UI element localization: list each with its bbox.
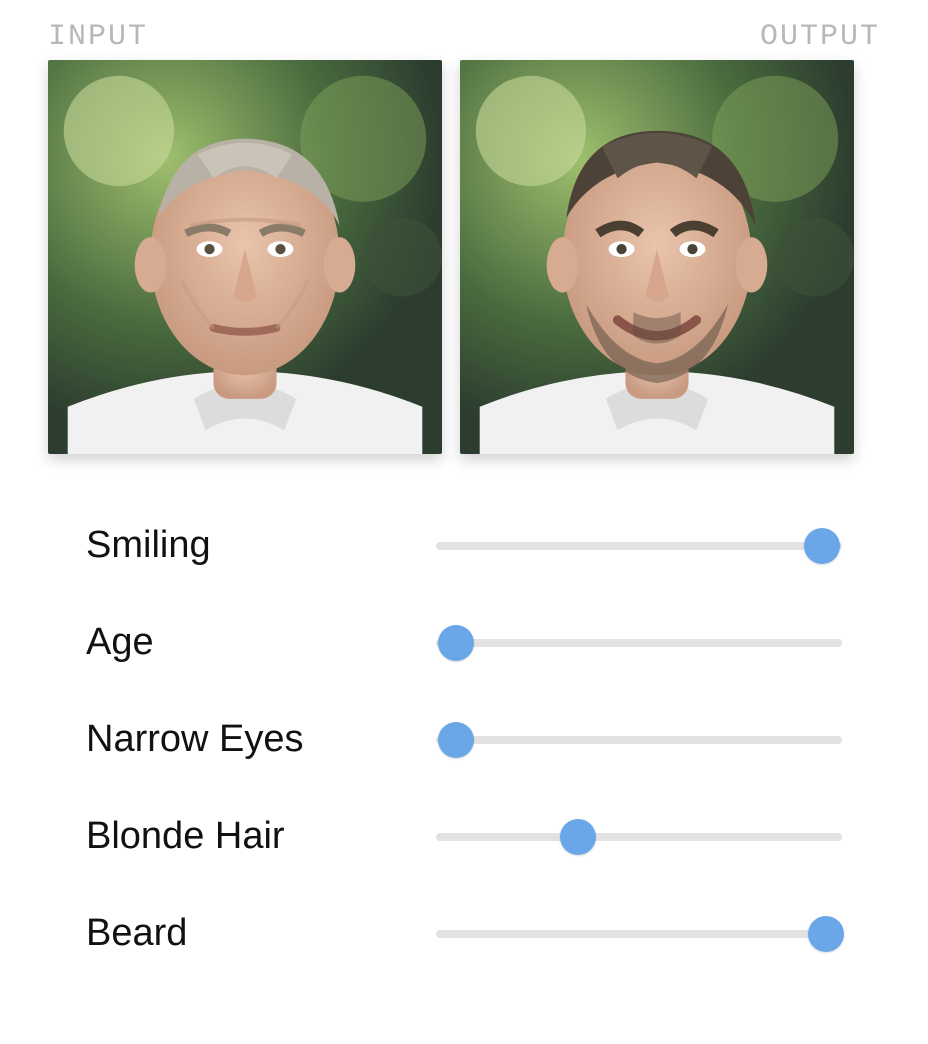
- slider-row-smiling: Smiling: [86, 524, 842, 567]
- slider-thumb[interactable]: [438, 722, 474, 758]
- slider-row-blonde-hair: Blonde Hair: [86, 815, 842, 858]
- slider-row-age: Age: [86, 621, 842, 664]
- slider-thumb[interactable]: [808, 916, 844, 952]
- slider-age[interactable]: [436, 625, 842, 661]
- slider-label-smiling: Smiling: [86, 524, 436, 567]
- slider-blonde-hair[interactable]: [436, 819, 842, 855]
- slider-track: [436, 736, 842, 744]
- slider-label-age: Age: [86, 621, 436, 664]
- attribute-sliders: Smiling Age Narrow Eyes Blonde Hair: [48, 514, 880, 955]
- input-image: [48, 60, 442, 454]
- slider-label-narrow-eyes: Narrow Eyes: [86, 718, 436, 761]
- slider-track: [436, 639, 842, 647]
- output-label: OUTPUT: [760, 20, 880, 54]
- slider-thumb[interactable]: [438, 625, 474, 661]
- slider-row-narrow-eyes: Narrow Eyes: [86, 718, 842, 761]
- slider-track: [436, 930, 842, 938]
- slider-row-beard: Beard: [86, 912, 842, 955]
- slider-track: [436, 542, 842, 550]
- slider-label-beard: Beard: [86, 912, 436, 955]
- slider-narrow-eyes[interactable]: [436, 722, 842, 758]
- slider-track: [436, 833, 842, 841]
- slider-thumb[interactable]: [560, 819, 596, 855]
- input-label: INPUT: [48, 20, 148, 54]
- output-image: [460, 60, 854, 454]
- slider-smiling[interactable]: [436, 528, 842, 564]
- slider-beard[interactable]: [436, 916, 842, 952]
- slider-thumb[interactable]: [804, 528, 840, 564]
- slider-label-blonde-hair: Blonde Hair: [86, 815, 436, 858]
